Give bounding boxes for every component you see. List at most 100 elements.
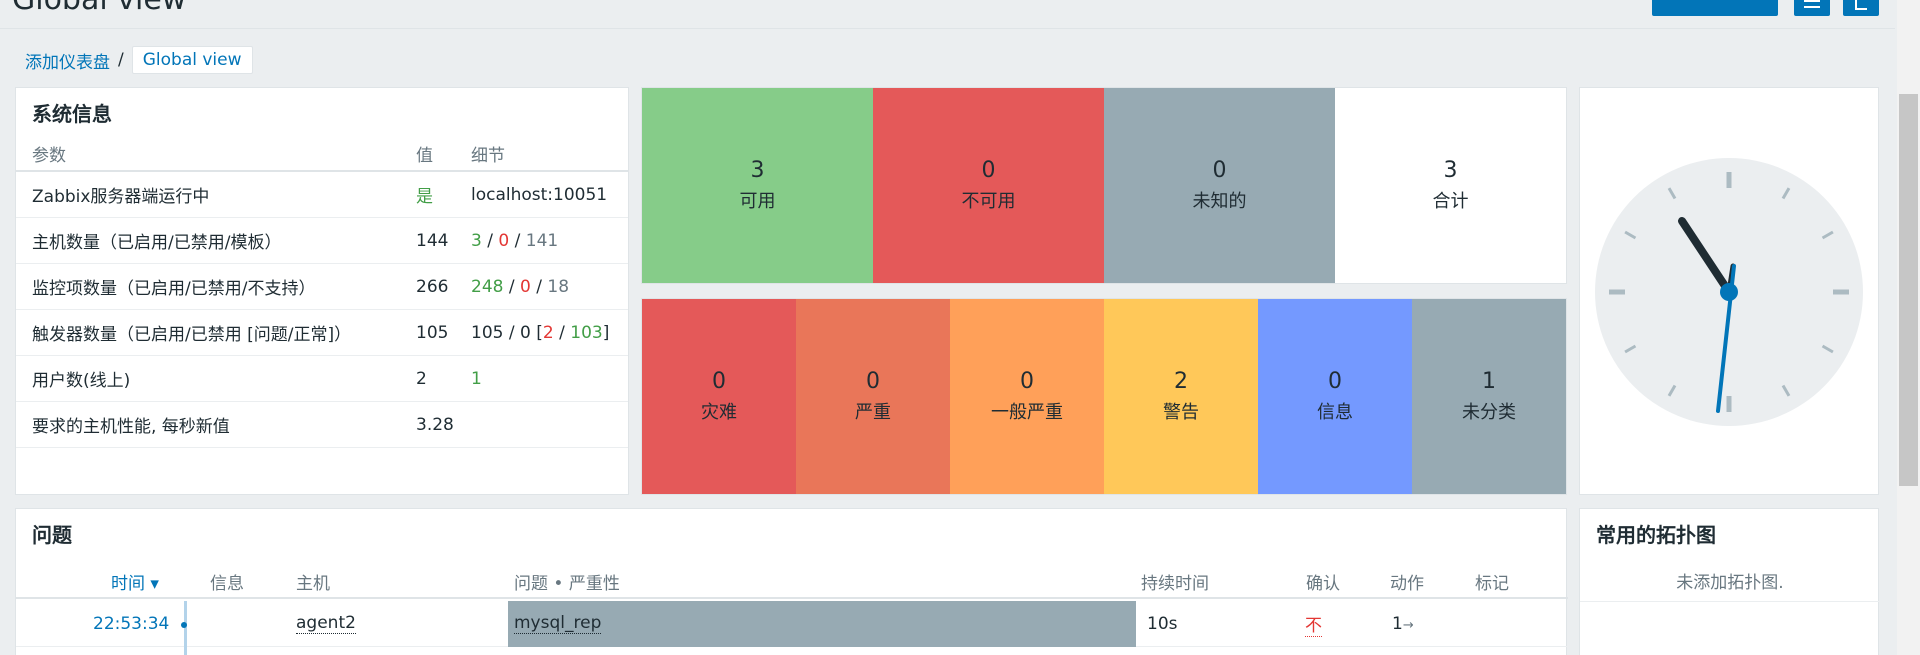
table-row: 用户数(线上) 2 1 xyxy=(16,356,628,402)
tile-label: 灾难 xyxy=(701,402,737,423)
severity-warning-tile[interactable]: 2 警告 xyxy=(1104,299,1258,494)
problem-severity-cell xyxy=(508,601,1136,647)
column-header-details: 细节 xyxy=(471,145,505,166)
column-header-value: 值 xyxy=(416,145,433,166)
tile-label: 警告 xyxy=(1163,402,1199,423)
disabled-count: 0 xyxy=(520,322,531,343)
tile-label: 未分类 xyxy=(1462,402,1516,423)
table-row: 要求的主机性能, 每秒新值 3.28 xyxy=(16,402,628,448)
severity-not-classified-tile[interactable]: 1 未分类 xyxy=(1412,299,1566,494)
column-header-host: 主机 xyxy=(296,573,330,594)
row-value: 3.28 xyxy=(416,414,454,435)
row-detail: 248 / 0 / 18 xyxy=(471,276,570,297)
enabled-count: 3 xyxy=(471,230,482,251)
availability-unavailable-tile[interactable]: 0 不可用 xyxy=(873,88,1104,283)
column-header-ack: 确认 xyxy=(1306,573,1340,594)
enabled-count: 105 xyxy=(471,322,504,343)
table-row: 触发器数量（已启用/已禁用 [问题/正常]） 105 105 / 0 [2 / … xyxy=(16,310,628,356)
widget-title: 问题 xyxy=(32,523,72,547)
problem-host-link[interactable]: agent2 xyxy=(296,613,356,634)
breadcrumb-dashboards-link[interactable]: 添加仪表盘 xyxy=(25,48,110,73)
problems-by-severity-widget: 0 灾难 0 严重 0 一般严重 2 警告 0 信息 1 未分类 xyxy=(641,298,1567,495)
row-value: 105 xyxy=(416,322,449,343)
severity-disaster-tile[interactable]: 0 灾难 xyxy=(642,299,796,494)
tile-count: 3 xyxy=(1443,158,1458,183)
favorite-maps-widget: 常用的拓扑图 未添加拓扑图. xyxy=(1579,508,1880,655)
problem-time-link[interactable]: 22:53:34 xyxy=(93,614,169,634)
tile-label: 一般严重 xyxy=(991,402,1063,423)
unsupported-count: 18 xyxy=(547,276,570,297)
sort-down-icon: ▾ xyxy=(150,573,159,594)
problem-count: 2 xyxy=(542,322,554,343)
row-detail: localhost:10051 xyxy=(471,184,608,205)
row-param: Zabbix服务器端运行中 xyxy=(32,187,210,207)
tile-count: 2 xyxy=(1174,369,1188,394)
clock-face xyxy=(1595,158,1863,426)
edit-dashboard-button[interactable] xyxy=(1652,0,1778,16)
header-divider xyxy=(0,28,1895,29)
availability-total-tile[interactable]: 3 合计 xyxy=(1335,88,1566,283)
tile-count: 0 xyxy=(712,369,726,394)
row-value: 2 xyxy=(416,368,427,389)
column-header-tags: 标记 xyxy=(1475,573,1509,594)
disabled-count: 0 xyxy=(498,230,510,251)
problem-duration: 10s xyxy=(1147,613,1178,634)
arrow-right-icon: → xyxy=(1402,617,1414,633)
widget-title: 系统信息 xyxy=(32,102,112,126)
ok-count: 103 xyxy=(570,322,603,343)
row-param: 监控项数量（已启用/已禁用/不支持） xyxy=(32,279,316,299)
problem-actions-link[interactable]: 1→ xyxy=(1392,614,1414,634)
template-count: 141 xyxy=(525,230,559,251)
row-param: 触发器数量（已启用/已禁用 [问题/正常]） xyxy=(32,325,352,345)
tile-label: 信息 xyxy=(1317,402,1353,423)
problem-name-link[interactable]: mysql_rep xyxy=(514,613,602,634)
problems-timeline xyxy=(184,601,187,655)
column-header-actions: 动作 xyxy=(1390,573,1424,594)
disabled-count: 0 xyxy=(520,276,531,297)
menu-icon xyxy=(1804,0,1820,2)
tile-label: 严重 xyxy=(855,402,891,423)
host-availability-widget: 3 可用 0 不可用 0 未知的 3 合计 xyxy=(641,87,1567,284)
system-information-widget: 系统信息 参数 值 细节 Zabbix服务器端运行中 是 localhost:1… xyxy=(15,87,629,495)
widget-title: 常用的拓扑图 xyxy=(1596,523,1716,547)
tile-count: 0 xyxy=(866,369,880,394)
availability-unknown-tile[interactable]: 0 未知的 xyxy=(1104,88,1335,283)
row-detail: 1 xyxy=(471,368,482,389)
tile-label: 未知的 xyxy=(1192,191,1247,212)
column-header-parameter: 参数 xyxy=(32,145,66,166)
severity-information-tile[interactable]: 0 信息 xyxy=(1258,299,1412,494)
row-value: 是 xyxy=(416,187,433,207)
tile-count: 0 xyxy=(1020,369,1034,394)
table-row: Zabbix服务器端运行中 是 localhost:10051 xyxy=(16,172,628,218)
dashboard-actions-menu-button[interactable] xyxy=(1794,0,1830,16)
empty-message: 未添加拓扑图. xyxy=(1676,573,1784,593)
tile-label: 合计 xyxy=(1432,191,1469,212)
table-row: 主机数量（已启用/已禁用/模板） 144 3 / 0 / 141 xyxy=(16,218,628,264)
column-header-time[interactable]: 时间 ▾ xyxy=(111,569,159,594)
row-detail: 3 / 0 / 141 xyxy=(471,230,559,251)
column-header-info: 信息 xyxy=(210,573,244,594)
availability-available-tile[interactable]: 3 可用 xyxy=(642,88,873,283)
severity-high-tile[interactable]: 0 严重 xyxy=(796,299,950,494)
tile-count: 3 xyxy=(750,158,765,183)
problems-table-header: 时间 ▾ 信息 主机 问题 • 严重性 持续时间 确认 动作 标记 xyxy=(16,565,1568,599)
tile-count: 0 xyxy=(981,158,996,183)
column-header-problem-severity: 问题 • 严重性 xyxy=(514,573,620,594)
scrollbar-thumb[interactable] xyxy=(1899,94,1918,486)
table-row: 监控项数量（已启用/已禁用/不支持） 266 248 / 0 / 18 xyxy=(16,264,628,310)
tile-count: 0 xyxy=(1328,369,1342,394)
kiosk-mode-button[interactable] xyxy=(1843,0,1879,16)
row-detail: 105 / 0 [2 / 103] xyxy=(471,322,610,343)
severity-average-tile[interactable]: 0 一般严重 xyxy=(950,299,1104,494)
tile-count: 1 xyxy=(1482,369,1496,394)
clock-center xyxy=(1720,283,1738,301)
tile-label: 可用 xyxy=(739,191,776,212)
breadcrumb-current[interactable]: Global view xyxy=(131,46,253,74)
row-param: 用户数(线上) xyxy=(32,371,131,391)
clock-widget xyxy=(1579,87,1879,495)
fullscreen-icon xyxy=(1855,0,1867,10)
row-value: 144 xyxy=(416,230,449,251)
problem-ack-link[interactable]: 不 xyxy=(1305,611,1322,637)
system-info-table: 参数 值 细节 Zabbix服务器端运行中 是 localhost:10051 … xyxy=(16,136,628,448)
breadcrumb-separator: / xyxy=(118,50,124,70)
